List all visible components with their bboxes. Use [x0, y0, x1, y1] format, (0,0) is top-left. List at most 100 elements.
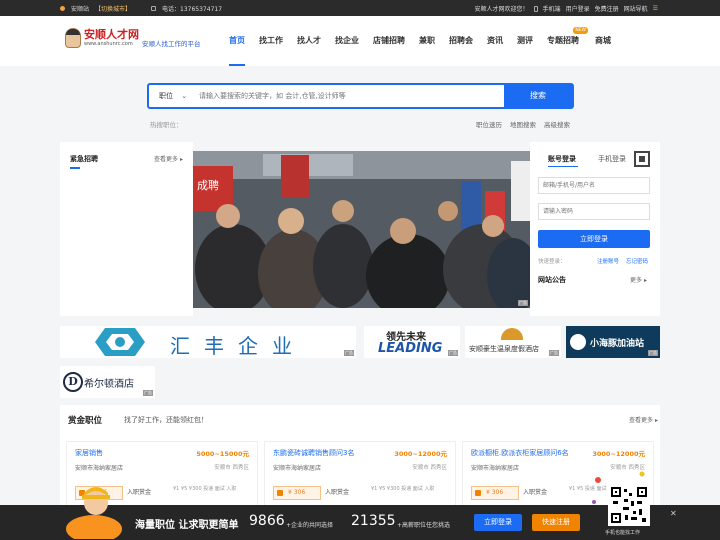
nav-news[interactable]: 资讯 [480, 16, 510, 66]
job-company[interactable]: 安顺市海纳家居店 [471, 463, 519, 472]
chevron-right-icon: ▸ [179, 156, 183, 163]
search-links: 职位速历 地图搜索 高级搜索 [476, 119, 570, 129]
company-count-label: +企业的共同选择 [286, 522, 334, 529]
svg-text:成聘: 成聘 [197, 178, 219, 192]
nav-assessment[interactable]: 测评 [510, 16, 540, 66]
banner-crowd-photo[interactable]: 成聘 广告 [193, 151, 530, 308]
job-company[interactable]: 安顺市海纳家居店 [273, 463, 321, 472]
search-button[interactable]: 搜索 [504, 85, 572, 107]
search-input[interactable] [199, 85, 499, 107]
qr-code-icon [611, 487, 647, 523]
ad-tag: 广告 [448, 350, 458, 356]
reward-title: 赏金职位 [68, 416, 103, 426]
job-count: 21355 [351, 513, 396, 529]
ad-huifeng[interactable]: 汇丰企业 广告 [60, 326, 356, 358]
ad-tag: 广告 [518, 300, 528, 306]
nav-find-talent[interactable]: 找人才 [290, 16, 328, 66]
reward-more-link[interactable]: 查看更多 ▸ [629, 415, 658, 424]
ad-hotspring[interactable]: 安顺豪生温泉度假酒店 广告 [465, 326, 561, 358]
register-account-link[interactable]: 注册账号 [597, 257, 619, 265]
footer-login-button[interactable]: 立即登录 [474, 514, 522, 531]
urgent-more-label: 查看更多 [154, 156, 179, 163]
announce-more-label: 更多 [630, 277, 643, 284]
dolphin-logo-icon [570, 334, 586, 350]
nav-shop-recruit[interactable]: 店铺招聘 [366, 16, 412, 66]
job-bonus: ¥ 306 [273, 486, 321, 500]
search-link-advanced[interactable]: 高级搜索 [544, 119, 570, 129]
current-site: 安顺站 [71, 6, 90, 13]
username-input[interactable] [538, 177, 650, 194]
job-company[interactable]: 安顺市海纳家居店 [75, 463, 123, 472]
ad-tag: 广告 [549, 350, 559, 356]
nav-find-job[interactable]: 找工作 [252, 16, 290, 66]
mobile-icon [533, 5, 538, 12]
job-title[interactable]: 欧派橱柜.欧派衣柜家居顾问6名 [471, 448, 569, 458]
tab-account-underline [548, 166, 578, 167]
nav-part-time[interactable]: 兼职 [412, 16, 442, 66]
mobile-link[interactable]: 手机端 [543, 4, 561, 13]
dolphin-name: 小海豚加油站 [590, 339, 645, 349]
login-submit-button[interactable]: 立即登录 [538, 230, 650, 248]
job-salary: 3000~12000元 [592, 450, 645, 458]
nav-find-company[interactable]: 找企业 [328, 16, 366, 66]
announce-title: 网站公告 [538, 276, 566, 284]
reward-subtitle: 找了好工作，还能领红包！ [124, 416, 208, 424]
top-bar: 安顺站 【切换城市】 电话：13765374717 安顺人才网欢迎您！ 手机端 … [0, 0, 720, 16]
hotspring-logo-icon [501, 328, 523, 340]
qr-login-icon[interactable] [634, 151, 650, 167]
search-link-map[interactable]: 地图搜索 [510, 119, 536, 129]
tab-account-login[interactable]: 账号登录 [548, 154, 576, 164]
main-header: 安顺人才网 www.anshunrc.com 安顺人找工作的平台 首页 找工作 … [0, 16, 720, 66]
mascot-face-icon [65, 28, 81, 48]
nav-job-fair[interactable]: 招聘会 [442, 16, 480, 66]
chevron-right-icon: ▸ [654, 417, 658, 424]
switch-city-link[interactable]: 【切换城市】 [95, 4, 131, 13]
quick-login-label: 快速登录： [538, 259, 566, 265]
footer-headline: 海量职位 让求职更简单 [135, 520, 239, 531]
new-badge: NEW [573, 27, 588, 34]
job-bonus-label: 入职赏金 [325, 489, 350, 496]
register-link[interactable]: 免费注册 [595, 4, 619, 13]
crowd-photo-image: 成聘 [193, 151, 530, 308]
nav-special-label: 专题招聘 [547, 36, 579, 45]
qr-caption: 手机也能找工作 [605, 530, 641, 536]
urgent-title: 紧急招聘 [70, 155, 98, 163]
hilton-logo-icon: D [63, 372, 83, 392]
job-bonus-label: 入职赏金 [523, 489, 548, 496]
nav-home[interactable]: 首页 [222, 16, 252, 66]
footer-register-button[interactable]: 快速注册 [532, 514, 580, 531]
menu-icon[interactable]: ☰ [653, 5, 658, 12]
nav-special-recruit[interactable]: 专题招聘 NEW [540, 16, 588, 66]
search-type-select[interactable]: 职位 ⌄ [149, 85, 191, 107]
urgent-title-underline [70, 167, 80, 169]
tab-mobile-login[interactable]: 手机登录 [598, 154, 626, 164]
job-card[interactable]: 东鹏瓷砖诚聘销售顾问3名 3000~12000元 安顺市海纳家居店 安顺市 西秀… [264, 441, 456, 507]
urgent-panel: 紧急招聘 查看更多 ▸ [60, 142, 193, 316]
ad-leading[interactable]: 领先未来 LEADING 广告 [364, 326, 460, 358]
ad-hilton[interactable]: D 希尔顿酒店 广告 [60, 366, 155, 398]
phone-icon [151, 6, 157, 11]
search-box: 职位 ⌄ 搜索 [147, 83, 574, 109]
job-bonus-steps: ¥1 ¥5 ¥300 投递 面试 入职 [371, 486, 435, 492]
search-link-quick[interactable]: 职位速历 [476, 119, 502, 129]
forgot-password-link[interactable]: 忘记密码 [626, 257, 648, 265]
close-icon[interactable]: ✕ [670, 509, 677, 518]
job-area: 安顺市 西秀区 [214, 465, 249, 471]
login-link[interactable]: 用户登录 [566, 4, 590, 13]
announce-more-link[interactable]: 更多 ▸ [630, 275, 647, 284]
site-nav-link[interactable]: 网站导航 [624, 4, 648, 13]
password-input[interactable] [538, 203, 650, 220]
leading-en: LEADING [378, 341, 443, 356]
ad-dolphin[interactable]: 小海豚加油站 广告 [566, 326, 660, 358]
urgent-more-link[interactable]: 查看更多 ▸ [154, 154, 183, 163]
ad-tag: 广告 [344, 350, 354, 356]
nav-mall[interactable]: 商城 [588, 16, 618, 66]
location-pin-icon [60, 6, 65, 11]
job-salary: 3000~12000元 [394, 450, 447, 458]
reward-more-label: 查看更多 [629, 417, 654, 424]
chevron-down-icon: ⌄ [181, 92, 188, 100]
site-logo[interactable]: 安顺人才网 www.anshunrc.com [65, 28, 139, 48]
job-title[interactable]: 家居销售 [75, 448, 103, 458]
job-title[interactable]: 东鹏瓷砖诚聘销售顾问3名 [273, 448, 354, 458]
site-slogan: 安顺人找工作的平台 [142, 40, 201, 48]
